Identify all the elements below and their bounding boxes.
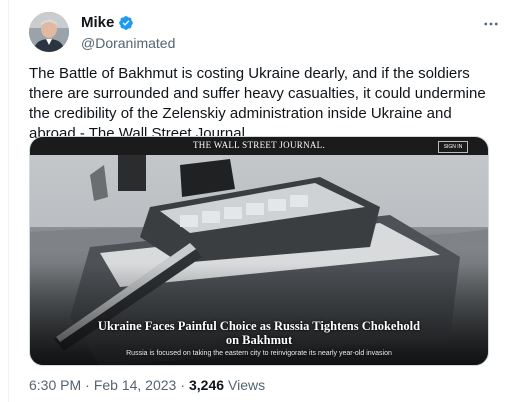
wsj-header-bar: THE WALL STREET JOURNAL. SIGN IN: [30, 137, 488, 155]
verified-badge-icon: [118, 15, 134, 31]
tweet-time[interactable]: 6:30 PM: [29, 376, 81, 394]
tweet-media-image[interactable]: THE WALL STREET JOURNAL. SIGN IN Ukraine…: [29, 136, 489, 366]
headline-line-1: Ukraine Faces Painful Choice as Russia T…: [97, 319, 421, 333]
tweet-header: Mike @Doranimated: [29, 12, 509, 56]
tweet-date[interactable]: Feb 14, 2023: [94, 376, 177, 394]
tweet-card: Mike @Doranimated The Battle of Bakhmut …: [8, 0, 516, 402]
wsj-logo: THE WALL STREET JOURNAL.: [192, 140, 326, 150]
article-subhead: Russia is focused on taking the eastern …: [126, 350, 392, 357]
user-handle[interactable]: @Doranimated: [81, 34, 175, 52]
ellipsis-icon: [484, 22, 498, 26]
views-count: 3,246: [189, 377, 225, 393]
display-name[interactable]: Mike: [81, 13, 114, 32]
views-label: Views: [228, 377, 266, 393]
sign-in-button: SIGN IN: [438, 141, 468, 153]
tweet-meta: 6:30 PM · Feb 14, 2023 · 3,246 Views: [29, 376, 265, 394]
headline-line-2: on Bakhmut: [225, 333, 293, 347]
meta-separator-2: ·: [180, 377, 185, 393]
article-headline: Ukraine Faces Painful Choice as Russia T…: [30, 319, 488, 347]
avatar[interactable]: [29, 12, 69, 52]
more-options-button[interactable]: [477, 10, 505, 38]
tweet-text: The Battle of Bakhmut is costing Ukraine…: [29, 65, 486, 142]
meta-separator: ·: [85, 377, 90, 393]
